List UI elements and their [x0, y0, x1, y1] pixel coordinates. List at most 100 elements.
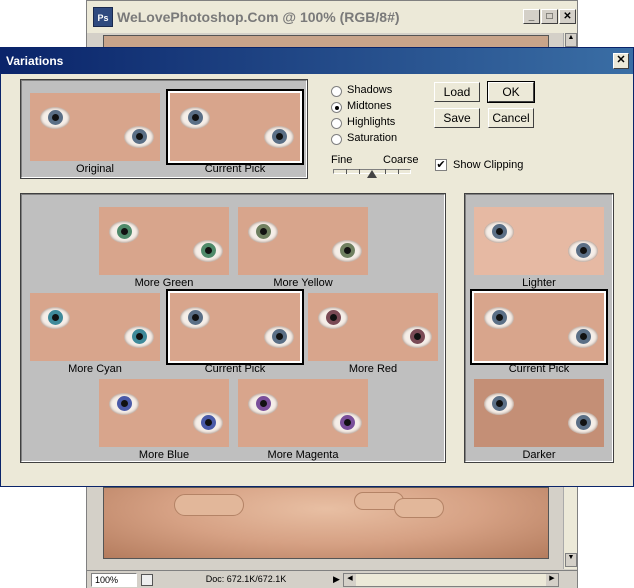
pupil-shape	[136, 133, 143, 140]
photoshop-icon: Ps	[93, 7, 113, 27]
iris-shape	[326, 310, 341, 325]
cancel-button[interactable]: Cancel	[488, 108, 534, 128]
show-clipping-checkbox[interactable]: ✔	[435, 159, 447, 171]
scroll-right-icon[interactable]: ▶	[546, 574, 558, 586]
pupil-shape	[276, 333, 283, 340]
iris-shape	[492, 396, 507, 411]
original-thumbnail	[30, 93, 160, 161]
eye-shape	[484, 393, 514, 415]
iris-shape	[340, 243, 355, 258]
eye-shape	[484, 307, 514, 329]
radio-saturation[interactable]	[331, 134, 342, 145]
pupil-shape	[580, 333, 587, 340]
iris-shape	[48, 110, 63, 125]
pupil-shape	[136, 333, 143, 340]
more-magenta-label: More Magenta	[267, 449, 339, 461]
slider-coarse-label: Coarse	[383, 154, 419, 166]
more-cyan-label: More Cyan	[68, 363, 122, 375]
scroll-up-icon[interactable]: ▲	[565, 33, 577, 47]
iris-shape	[188, 110, 203, 125]
pupil-shape	[496, 314, 503, 321]
status-icon[interactable]	[141, 574, 153, 586]
color-variations-panel: More Green More Yellow More Cyan Current…	[20, 193, 446, 463]
status-bar: 100% Doc: 672.1K/672.1K ▶ ◀ ▶	[87, 570, 577, 588]
pupil-shape	[52, 314, 59, 321]
eye-shape	[484, 221, 514, 243]
radio-shadows-label: Shadows	[347, 84, 393, 96]
iris-shape	[492, 310, 507, 325]
dialog-title-bar[interactable]: Variations	[1, 48, 633, 74]
scroll-left-icon[interactable]: ◀	[344, 574, 356, 586]
lighter-thumbnail[interactable]	[474, 207, 604, 275]
eye-shape	[180, 307, 210, 329]
document-title: WeLovePhotoshop.Com @ 100% (RGB/8#)	[117, 9, 400, 25]
minimize-button[interactable]: _	[523, 9, 540, 24]
more-red-label: More Red	[348, 363, 398, 375]
more-magenta-thumbnail[interactable]	[238, 379, 368, 447]
iris-shape	[48, 310, 63, 325]
eye-shape	[193, 240, 223, 262]
more-green-label: More Green	[134, 277, 194, 289]
radio-midtones-label: Midtones	[347, 100, 392, 112]
eye-shape	[264, 326, 294, 348]
scroll-down-icon[interactable]: ▼	[565, 553, 577, 567]
radio-saturation-label: Saturation	[347, 132, 398, 144]
more-cyan-thumbnail[interactable]	[30, 293, 160, 361]
horizontal-scrollbar[interactable]: ◀ ▶	[343, 573, 559, 587]
pupil-shape	[192, 114, 199, 121]
more-green-thumbnail[interactable]	[99, 207, 229, 275]
pupil-shape	[52, 114, 59, 121]
eye-shape	[318, 307, 348, 329]
show-clipping-label: Show Clipping	[453, 159, 524, 171]
iris-shape	[256, 224, 271, 239]
photo-baby-hands	[103, 487, 549, 559]
pupil-shape	[276, 133, 283, 140]
slider-thumb[interactable]	[367, 170, 377, 178]
more-yellow-label: More Yellow	[273, 277, 333, 289]
iris-shape	[576, 329, 591, 344]
dialog-close-button[interactable]: ✕	[613, 53, 629, 69]
radio-shadows[interactable]	[331, 86, 342, 97]
current-pick-thumbnail-top	[166, 89, 304, 165]
current-pick-label-top: Current Pick	[204, 163, 266, 175]
iris-shape	[272, 329, 287, 344]
brightness-panel: Lighter Current Pick Darker	[464, 193, 614, 463]
radio-highlights[interactable]	[331, 118, 342, 129]
radio-midtones[interactable]	[331, 102, 342, 113]
pupil-shape	[496, 228, 503, 235]
status-menu-arrow-icon[interactable]: ▶	[333, 574, 340, 585]
iris-shape	[132, 129, 147, 144]
maximize-button[interactable]: □	[541, 9, 558, 24]
current-pick-thumbnail-right	[470, 289, 608, 365]
close-button[interactable]: ✕	[559, 9, 576, 24]
save-button[interactable]: Save	[434, 108, 480, 128]
eye-shape	[332, 240, 362, 262]
zoom-field[interactable]: 100%	[91, 573, 137, 587]
document-title-bar[interactable]: Ps WeLovePhotoshop.Com @ 100% (RGB/8#)	[87, 1, 577, 33]
variations-dialog: Variations ✕ Original Current Pick Shado…	[0, 47, 634, 487]
original-current-panel: Original Current Pick	[20, 79, 308, 179]
eye-shape	[124, 126, 154, 148]
iris-shape	[410, 329, 425, 344]
more-blue-thumbnail[interactable]	[99, 379, 229, 447]
pupil-shape	[205, 247, 212, 254]
pupil-shape	[121, 400, 128, 407]
ok-button[interactable]: OK	[487, 81, 535, 103]
pupil-shape	[344, 247, 351, 254]
load-button[interactable]: Load	[434, 82, 480, 102]
eye-shape	[264, 126, 294, 148]
eye-shape	[332, 412, 362, 434]
pupil-shape	[330, 314, 337, 321]
pupil-shape	[205, 419, 212, 426]
iris-shape	[117, 224, 132, 239]
more-yellow-thumbnail[interactable]	[238, 207, 368, 275]
iris-shape	[272, 129, 287, 144]
current-pick-label-center: Current Pick	[204, 363, 266, 375]
darker-thumbnail[interactable]	[474, 379, 604, 447]
lighter-label: Lighter	[522, 277, 556, 289]
iris-shape	[201, 415, 216, 430]
more-red-thumbnail[interactable]	[308, 293, 438, 361]
eye-shape	[248, 221, 278, 243]
eye-shape	[248, 393, 278, 415]
current-pick-label-right: Current Pick	[508, 363, 570, 375]
